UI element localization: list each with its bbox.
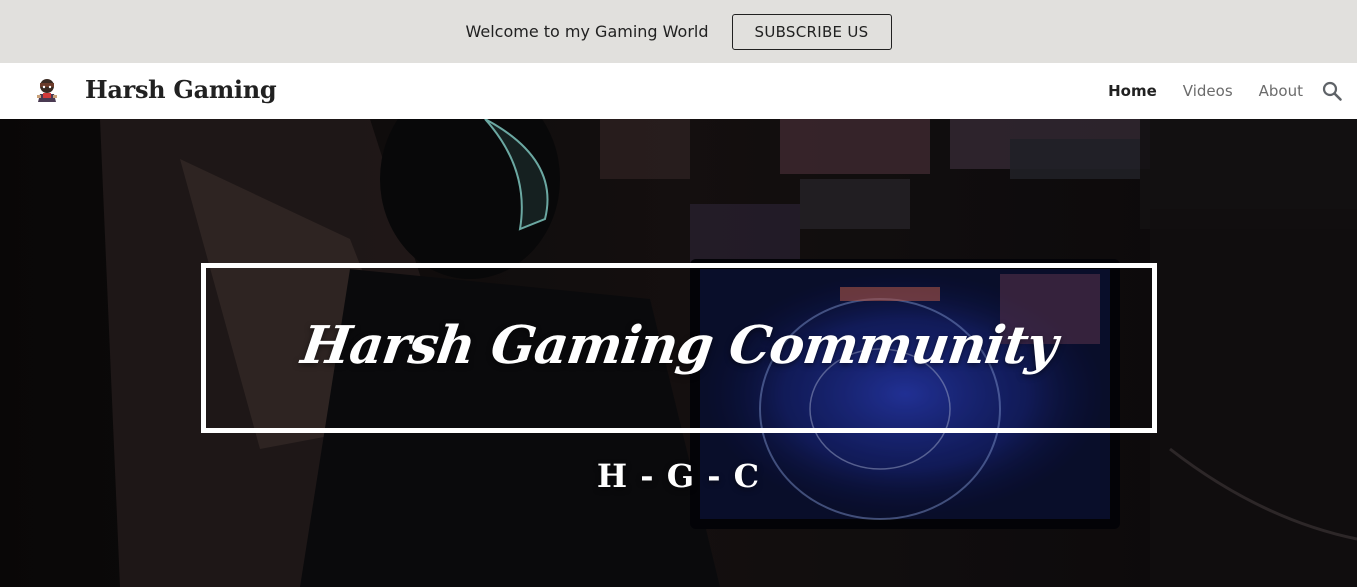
hero-banner: Harsh Gaming Community H - G - C xyxy=(0,119,1357,587)
search-icon[interactable] xyxy=(1321,80,1343,102)
nav-item-videos[interactable]: Videos xyxy=(1183,82,1233,100)
main-nav: Home Videos About xyxy=(1082,63,1357,119)
announcement-bar: Welcome to my Gaming World SUBSCRIBE US xyxy=(0,0,1357,63)
nav-item-about[interactable]: About xyxy=(1259,82,1303,100)
site-header: Harsh Gaming Home Videos About xyxy=(0,63,1357,119)
hero-title: Harsh Gaming Community xyxy=(297,314,1061,376)
hero-title-frame: Harsh Gaming Community xyxy=(201,263,1157,433)
subscribe-button[interactable]: SUBSCRIBE US xyxy=(731,13,892,50)
site-logo-icon[interactable] xyxy=(34,77,60,105)
announcement-text: Welcome to my Gaming World xyxy=(465,22,709,41)
site-title[interactable]: Harsh Gaming xyxy=(85,75,277,104)
hero-subtitle: H - G - C xyxy=(596,457,761,495)
nav-item-home[interactable]: Home xyxy=(1108,82,1157,100)
